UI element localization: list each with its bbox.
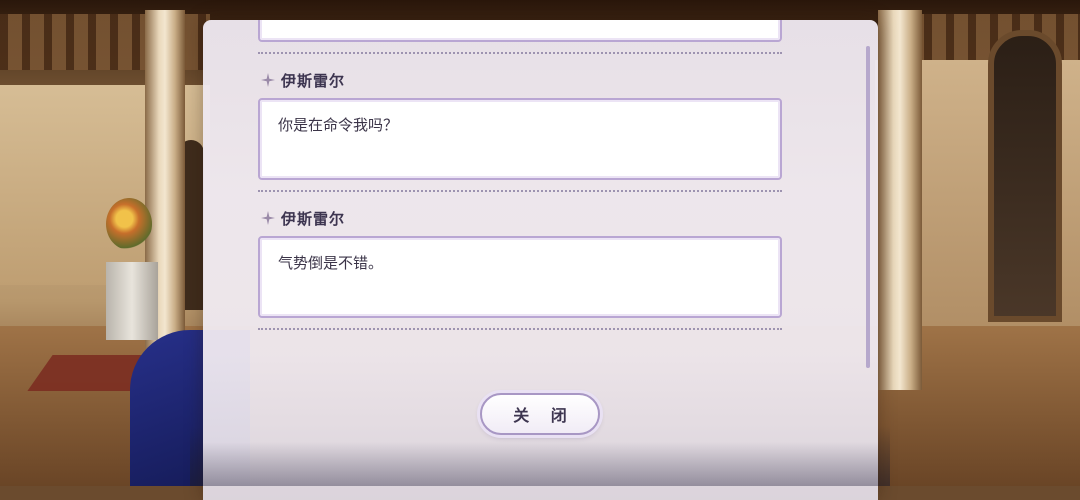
entry-divider: [258, 190, 782, 192]
dialog-text: 气势倒是不错。: [278, 254, 384, 272]
scrollbar-track[interactable]: [866, 46, 870, 368]
flower-vase: [106, 198, 152, 250]
dialog-text-box: [258, 20, 782, 42]
sparkle-icon: [261, 211, 275, 225]
speaker-row: 伊斯雷尔: [261, 206, 345, 230]
speaker-row: 伊斯雷尔: [261, 68, 345, 92]
pillar-right: [878, 10, 922, 390]
scrollbar-thumb[interactable]: [866, 46, 870, 368]
arched-window-right: [988, 30, 1062, 322]
dialog-log-panel: 伊斯雷尔 你是在命令我吗？ 伊斯雷尔 气势倒是不错。 关 闭: [203, 20, 878, 500]
dialog-text-box: 你是在命令我吗？: [258, 98, 782, 180]
side-table: [106, 262, 158, 340]
entry-divider: [258, 52, 782, 54]
dialog-text: 你是在命令我吗？: [278, 116, 399, 134]
dialog-text-box: 气势倒是不错。: [258, 236, 782, 318]
dialog-entry: 伊斯雷尔 气势倒是不错。: [203, 203, 823, 341]
sparkle-icon: [261, 73, 275, 87]
dialog-entry: 伊斯雷尔 你是在命令我吗？: [203, 65, 823, 203]
entry-divider: [258, 328, 782, 330]
speaker-name: 伊斯雷尔: [281, 71, 346, 90]
dialog-log-scroll-area[interactable]: 伊斯雷尔 你是在命令我吗？ 伊斯雷尔 气势倒是不错。: [203, 20, 878, 370]
close-button[interactable]: 关 闭: [480, 393, 600, 435]
dialog-log-list: 伊斯雷尔 你是在命令我吗？ 伊斯雷尔 气势倒是不错。: [203, 20, 823, 341]
dialog-entry: [203, 20, 823, 65]
speaker-name: 伊斯雷尔: [281, 209, 346, 228]
